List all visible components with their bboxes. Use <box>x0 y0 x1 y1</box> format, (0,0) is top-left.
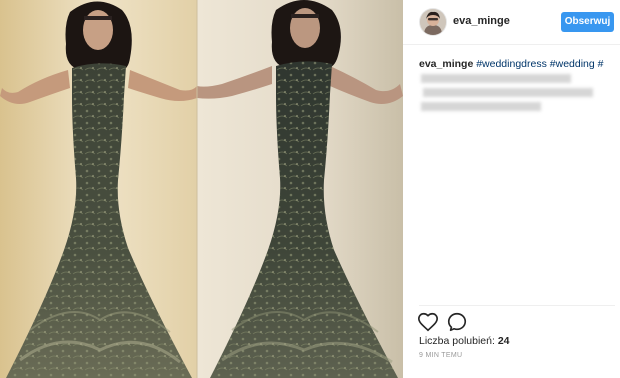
post-sidebar: eva_minge Obserwuj eva_minge #weddingdre… <box>403 0 620 378</box>
username-link[interactable]: eva_minge <box>453 15 510 27</box>
divider <box>419 305 615 306</box>
hashtag-link[interactable]: #weddingdress <box>476 58 547 70</box>
post-timestamp: 9 MIN TEMU <box>419 352 463 359</box>
avatar-image <box>420 9 446 35</box>
heart-icon <box>418 312 438 332</box>
likes-label: Liczba polubień: <box>419 335 495 347</box>
comment-icon <box>447 312 467 332</box>
like-button[interactable] <box>417 311 439 333</box>
post-header: eva_minge Obserwuj <box>403 0 620 45</box>
hashtag-link[interactable]: # <box>598 58 604 70</box>
caption-author[interactable]: eva_minge <box>419 58 473 70</box>
likes-count[interactable]: Liczba polubień: 24 <box>419 335 510 347</box>
blurred-caption-line <box>419 85 615 99</box>
comment-button[interactable] <box>446 311 468 333</box>
post-photo[interactable] <box>0 0 403 378</box>
blurred-caption-line <box>419 99 615 113</box>
post-caption: eva_minge #weddingdress #wedding # <box>419 57 615 113</box>
post-image <box>0 0 403 378</box>
follow-button[interactable]: Obserwuj <box>561 12 614 32</box>
likes-value: 24 <box>497 335 510 347</box>
hashtag-link[interactable]: #wedding <box>550 58 595 70</box>
blurred-caption-line <box>419 71 615 85</box>
avatar[interactable] <box>420 9 446 35</box>
